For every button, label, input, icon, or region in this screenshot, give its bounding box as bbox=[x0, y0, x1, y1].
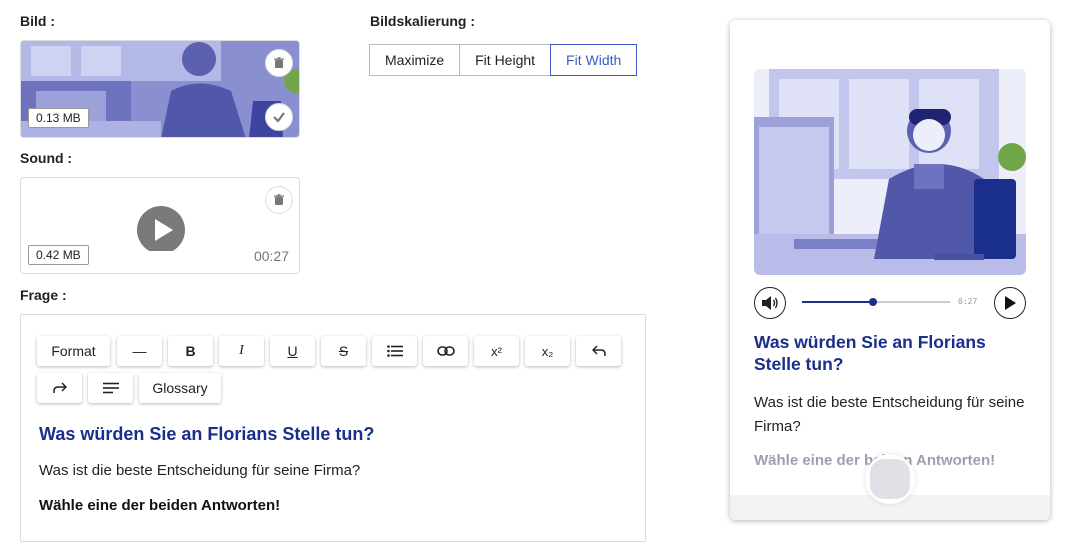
trash-icon bbox=[274, 57, 284, 68]
horizontal-rule-button[interactable]: — bbox=[117, 336, 162, 366]
editor-question-title: Was würden Sie an Florians Stelle tun? bbox=[39, 424, 375, 444]
preview-play-button[interactable] bbox=[994, 287, 1026, 319]
undo-button[interactable] bbox=[576, 336, 621, 366]
sound-label: Sound : bbox=[20, 150, 73, 166]
bold-button[interactable]: B bbox=[168, 336, 213, 366]
home-indicator-icon bbox=[870, 459, 910, 499]
editor-question-text: Was ist die beste Entscheidung für seine… bbox=[39, 462, 361, 479]
play-circle-icon bbox=[137, 206, 185, 251]
preview-seek-handle[interactable] bbox=[869, 298, 878, 306]
question-label: Frage : bbox=[20, 287, 67, 303]
mobile-preview: 0:27 Was würden Sie an Florians Stelle t… bbox=[730, 20, 1050, 520]
sound-play-button[interactable] bbox=[136, 205, 186, 251]
scaling-option-fit-height[interactable]: Fit Height bbox=[459, 44, 552, 76]
scaling-segmented-control: Maximize Fit Height Fit Width bbox=[369, 44, 638, 76]
align-left-icon bbox=[102, 382, 119, 394]
confirm-image-button[interactable] bbox=[265, 103, 293, 131]
sound-duration: 00:27 bbox=[253, 248, 289, 264]
bullet-list-button[interactable] bbox=[372, 336, 417, 366]
scaling-option-maximize[interactable]: Maximize bbox=[369, 44, 461, 76]
sound-size-badge: 0.42 MB bbox=[28, 245, 89, 265]
align-button[interactable] bbox=[88, 373, 133, 403]
image-thumbnail-card[interactable]: 0.13 MB bbox=[20, 40, 300, 138]
format-dropdown[interactable]: Format bbox=[37, 336, 110, 366]
preview-seek-fill bbox=[802, 301, 874, 303]
scaling-option-fit-width[interactable]: Fit Width bbox=[550, 44, 638, 76]
delete-sound-button[interactable] bbox=[265, 186, 293, 214]
image-label: Bild : bbox=[20, 13, 55, 29]
preview-question-text: Was ist die beste Entscheidung für seine… bbox=[754, 394, 1025, 435]
underline-button[interactable]: U bbox=[270, 336, 315, 366]
editor-instruction: Wähle eine der beiden Antworten! bbox=[39, 497, 281, 514]
sound-card: 0.42 MB 00:27 bbox=[20, 177, 300, 274]
superscript-button[interactable]: x² bbox=[474, 336, 519, 366]
trash-icon bbox=[274, 194, 284, 205]
list-icon bbox=[386, 345, 403, 357]
preview-question-title: Was würden Sie an Florians Stelle tun? bbox=[754, 332, 986, 374]
strikethrough-button[interactable]: S bbox=[321, 336, 366, 366]
preview-volume-button[interactable] bbox=[754, 287, 786, 319]
preview-seek-track[interactable] bbox=[802, 298, 950, 306]
redo-icon bbox=[52, 382, 67, 393]
redo-button[interactable] bbox=[37, 373, 82, 403]
image-size-badge: 0.13 MB bbox=[28, 108, 89, 128]
preview-home-button[interactable] bbox=[865, 454, 915, 504]
preview-time: 0:27 bbox=[958, 297, 978, 306]
glossary-button[interactable]: Glossary bbox=[139, 373, 221, 403]
undo-icon bbox=[591, 345, 606, 356]
link-icon bbox=[436, 346, 455, 356]
italic-button[interactable]: I bbox=[219, 336, 264, 366]
delete-image-button[interactable] bbox=[265, 49, 293, 77]
subscript-button[interactable]: x₂ bbox=[525, 336, 570, 366]
checkmark-icon bbox=[273, 112, 285, 123]
play-icon bbox=[1005, 296, 1016, 310]
link-button[interactable] bbox=[423, 336, 468, 366]
speaker-icon bbox=[762, 296, 778, 310]
scaling-label: Bildskalierung : bbox=[370, 13, 476, 29]
office-illustration-preview bbox=[754, 69, 1026, 275]
